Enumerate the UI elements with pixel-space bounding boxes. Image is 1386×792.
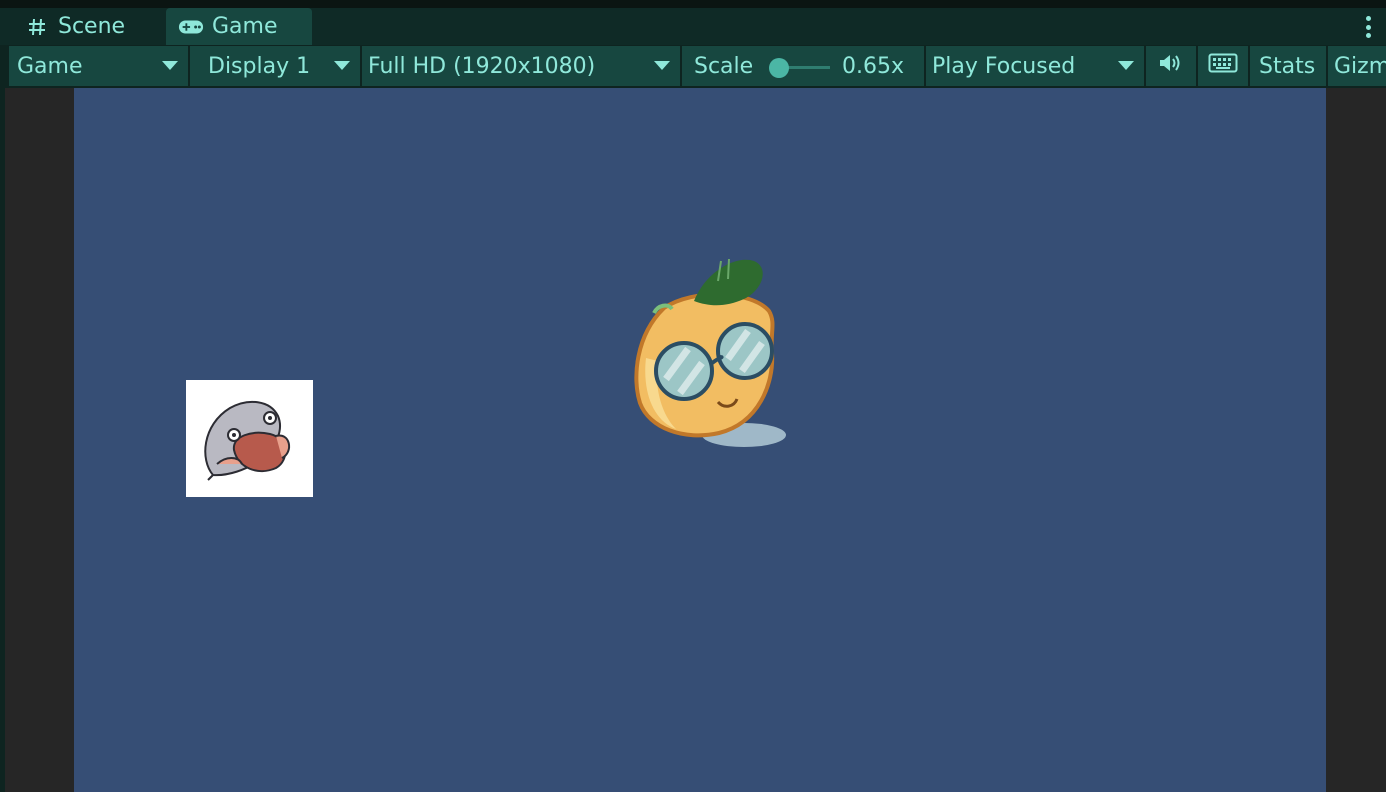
scale-label: Scale: [694, 53, 754, 79]
stats-label: Stats: [1259, 53, 1316, 79]
display-dropdown-label: Display 1: [208, 53, 311, 79]
lemon-character-sprite: [634, 258, 786, 447]
scale-slider-handle[interactable]: [769, 58, 789, 78]
hash-icon: [24, 15, 50, 39]
mussel-sprite: [186, 380, 313, 497]
play-mode-dropdown[interactable]: Play Focused: [926, 46, 1144, 86]
play-mode-dropdown-label: Play Focused: [932, 53, 1076, 79]
keyboard-icon: [1208, 53, 1238, 79]
chevron-down-icon: [1118, 61, 1134, 70]
shortcuts-button[interactable]: [1198, 46, 1248, 86]
tab-scene-label: Scene: [58, 14, 126, 39]
tab-game[interactable]: Game: [166, 8, 312, 45]
game-view-toolbar: Game Display 1 Full HD (1920x1080) Scale…: [0, 45, 1386, 88]
more-options-icon[interactable]: [1364, 16, 1372, 38]
stats-button[interactable]: Stats: [1250, 46, 1326, 86]
game-view-dropdown[interactable]: Game: [9, 46, 188, 86]
gamepad-icon: [178, 15, 204, 39]
chevron-down-icon: [654, 61, 670, 70]
gizmos-button[interactable]: Gizm: [1328, 46, 1386, 86]
speaker-icon: [1158, 53, 1184, 79]
tab-game-label: Game: [212, 14, 278, 39]
chevron-down-icon: [162, 61, 178, 70]
display-dropdown[interactable]: Display 1: [190, 46, 360, 86]
game-viewport[interactable]: [74, 88, 1326, 792]
resolution-dropdown[interactable]: Full HD (1920x1080): [362, 46, 680, 86]
resolution-dropdown-label: Full HD (1920x1080): [368, 53, 596, 79]
scale-control: Scale 0.65x: [682, 46, 924, 86]
window-top-strip: [0, 0, 1386, 8]
tab-bar: Scene Game: [0, 8, 1386, 45]
scale-value: 0.65x: [842, 53, 905, 79]
game-view-dropdown-label: Game: [17, 53, 83, 79]
gizmos-label: Gizm: [1334, 53, 1386, 79]
chevron-down-icon: [334, 61, 350, 70]
tab-scene[interactable]: Scene: [8, 8, 166, 45]
mute-audio-button[interactable]: [1146, 46, 1196, 86]
left-panel-edge: [0, 88, 5, 792]
